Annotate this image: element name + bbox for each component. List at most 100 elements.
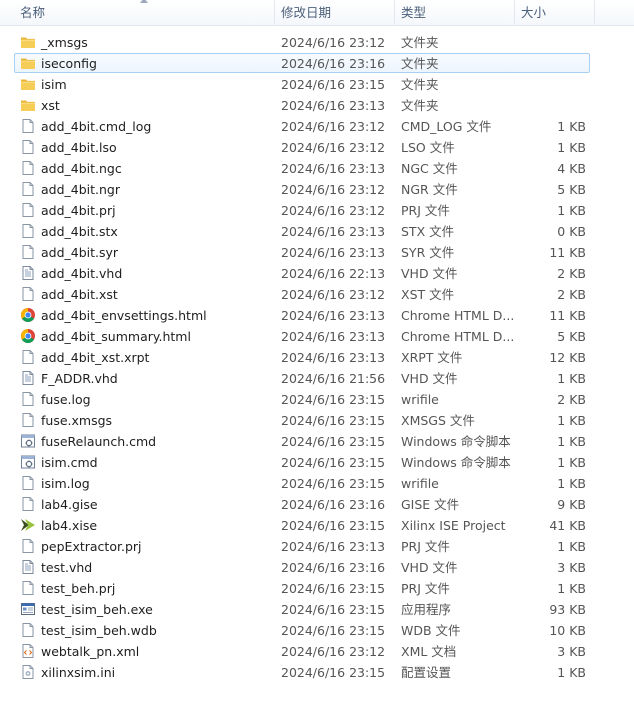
- file-icon: [20, 223, 36, 239]
- file-size: 41 KB: [549, 518, 586, 533]
- file-row[interactable]: add_4bit.stx 2024/6/16 23:13 STX 文件 0 KB: [0, 221, 634, 242]
- file-name: fuse.xmsgs: [41, 413, 113, 428]
- file-row[interactable]: add_4bit_envsettings.html 2024/6/16 23:13…: [0, 305, 634, 326]
- column-header-size[interactable]: 大小: [515, 0, 595, 25]
- file-type: wrifile: [401, 392, 439, 407]
- file-date: 2024/6/16 23:15: [281, 602, 386, 617]
- file-row[interactable]: isim.log 2024/6/16 23:15 wrifile 1 KB: [0, 473, 634, 494]
- text-file-icon: [20, 559, 36, 575]
- file-row[interactable]: isim 2024/6/16 23:15 文件夹: [0, 74, 634, 95]
- file-row[interactable]: xst 2024/6/16 23:13 文件夹: [0, 95, 634, 116]
- file-row[interactable]: test_isim_beh.wdb 2024/6/16 23:15 WDB 文件 10…: [0, 620, 634, 641]
- folder-icon: [20, 55, 36, 71]
- file-type: PRJ 文件: [401, 539, 450, 554]
- file-date: 2024/6/16 23:16: [281, 497, 386, 512]
- file-type: XRPT 文件: [401, 350, 463, 365]
- file-row[interactable]: pepExtractor.prj 2024/6/16 23:13 PRJ 文件 1 K…: [0, 536, 634, 557]
- file-size: 1 KB: [557, 140, 586, 155]
- file-size: 1 KB: [557, 119, 586, 134]
- file-size: 1 KB: [557, 581, 586, 596]
- column-header-name[interactable]: 名称: [14, 0, 275, 25]
- file-name: xilinxsim.ini: [41, 665, 116, 680]
- file-row[interactable]: lab4.xise 2024/6/16 23:15 Xilinx ISE Proje…: [0, 515, 634, 536]
- file-row[interactable]: xilinxsim.ini 2024/6/16 23:15 配置设置 1 KB: [0, 662, 634, 683]
- file-icon: [20, 181, 36, 197]
- file-date: 2024/6/16 23:13: [281, 161, 386, 176]
- file-row[interactable]: test.vhd 2024/6/16 23:16 VHD 文件 3 KB: [0, 557, 634, 578]
- file-name: add_4bit_xst.xrpt: [41, 350, 150, 365]
- file-date: 2024/6/16 23:13: [281, 98, 386, 113]
- file-size: 10 KB: [549, 623, 586, 638]
- file-name: add_4bit_summary.html: [41, 329, 191, 344]
- file-row[interactable]: test_isim_beh.exe 2024/6/16 23:15 应用程序 93 K…: [0, 599, 634, 620]
- column-header-date[interactable]: 修改日期: [275, 0, 395, 25]
- file-date: 2024/6/16 23:16: [281, 560, 386, 575]
- file-row[interactable]: F_ADDR.vhd 2024/6/16 21:56 VHD 文件 1 KB: [0, 368, 634, 389]
- file-date: 2024/6/16 23:15: [281, 413, 386, 428]
- file-row[interactable]: add_4bit.syr 2024/6/16 23:13 SYR 文件 11 KB: [0, 242, 634, 263]
- file-name: add_4bit.syr: [41, 245, 119, 260]
- file-date: 2024/6/16 23:15: [281, 455, 386, 470]
- file-row[interactable]: _xmsgs 2024/6/16 23:12 文件夹: [0, 32, 634, 53]
- file-date: 2024/6/16 23:15: [281, 392, 386, 407]
- file-row[interactable]: iseconfig 2024/6/16 23:16 文件夹: [0, 53, 634, 74]
- file-size: 1 KB: [557, 203, 586, 218]
- file-name: _xmsgs: [41, 35, 88, 50]
- file-row[interactable]: test_beh.prj 2024/6/16 23:15 PRJ 文件 1 KB: [0, 578, 634, 599]
- exe-icon: [20, 601, 36, 617]
- file-name: test_isim_beh.wdb: [41, 623, 157, 638]
- file-date: 2024/6/16 23:13: [281, 245, 386, 260]
- file-icon: [20, 118, 36, 134]
- file-name: add_4bit.cmd_log: [41, 119, 152, 134]
- file-row[interactable]: add_4bit.cmd_log 2024/6/16 23:12 CMD_LOG 文…: [0, 116, 634, 137]
- file-size: 2 KB: [557, 287, 586, 302]
- file-row[interactable]: add_4bit_summary.html 2024/6/16 23:13 Chro…: [0, 326, 634, 347]
- file-row[interactable]: fuseRelaunch.cmd 2024/6/16 23:15 Windows 命…: [0, 431, 634, 452]
- file-date: 2024/6/16 23:15: [281, 476, 386, 491]
- file-name: add_4bit.lso: [41, 140, 117, 155]
- file-date: 2024/6/16 23:12: [281, 182, 386, 197]
- file-row[interactable]: add_4bit.prj 2024/6/16 23:12 PRJ 文件 1 KB: [0, 200, 634, 221]
- file-date: 2024/6/16 23:15: [281, 77, 386, 92]
- file-type: 配置设置: [401, 665, 452, 680]
- file-size: 1 KB: [557, 476, 586, 491]
- file-icon: [20, 580, 36, 596]
- file-row[interactable]: fuse.log 2024/6/16 23:15 wrifile 2 KB: [0, 389, 634, 410]
- file-type: VHD 文件: [401, 371, 458, 386]
- file-row[interactable]: add_4bit.lso 2024/6/16 23:12 LSO 文件 1 KB: [0, 137, 634, 158]
- file-name: iseconfig: [41, 56, 97, 71]
- file-row[interactable]: add_4bit.ngr 2024/6/16 23:12 NGR 文件 5 KB: [0, 179, 634, 200]
- file-date: 2024/6/16 23:12: [281, 35, 386, 50]
- file-type: XML 文档: [401, 644, 457, 659]
- file-row[interactable]: webtalk_pn.xml 2024/6/16 23:12 XML 文档 3 KB: [0, 641, 634, 662]
- file-name: test_beh.prj: [41, 581, 116, 596]
- file-size: 1 KB: [557, 371, 586, 386]
- file-row[interactable]: add_4bit.xst 2024/6/16 23:12 XST 文件 2 KB: [0, 284, 634, 305]
- file-size: 0 KB: [557, 224, 586, 239]
- file-row[interactable]: lab4.gise 2024/6/16 23:16 GISE 文件 9 KB: [0, 494, 634, 515]
- file-type: NGC 文件: [401, 161, 458, 176]
- file-row[interactable]: add_4bit.ngc 2024/6/16 23:13 NGC 文件 4 KB: [0, 158, 634, 179]
- file-row[interactable]: fuse.xmsgs 2024/6/16 23:15 XMSGS 文件 1 KB: [0, 410, 634, 431]
- file-date: 2024/6/16 23:15: [281, 518, 386, 533]
- file-date: 2024/6/16 23:13: [281, 329, 386, 344]
- file-name: test.vhd: [41, 560, 93, 575]
- file-size: 3 KB: [557, 644, 586, 659]
- file-type: 文件夹: [401, 98, 439, 113]
- file-icon: [20, 496, 36, 512]
- file-list: _xmsgs 2024/6/16 23:12 文件夹 iseconfig 2024/6/…: [0, 32, 634, 683]
- file-date: 2024/6/16 23:12: [281, 203, 386, 218]
- file-date: 2024/6/16 23:13: [281, 308, 386, 323]
- file-row[interactable]: add_4bit_xst.xrpt 2024/6/16 23:13 XRPT 文件 1…: [0, 347, 634, 368]
- folder-icon: [20, 97, 36, 113]
- column-header: 名称 修改日期 类型 大小: [0, 0, 634, 26]
- column-header-type[interactable]: 类型: [395, 0, 515, 25]
- file-name: add_4bit.ngc: [41, 161, 122, 176]
- file-type: XST 文件: [401, 287, 455, 302]
- file-icon: [20, 202, 36, 218]
- file-row[interactable]: isim.cmd 2024/6/16 23:15 Windows 命令脚本 1 KB: [0, 452, 634, 473]
- file-type: Windows 命令脚本: [401, 434, 511, 449]
- file-row[interactable]: add_4bit.vhd 2024/6/16 22:13 VHD 文件 2 KB: [0, 263, 634, 284]
- text-file-icon: [20, 370, 36, 386]
- file-type: CMD_LOG 文件: [401, 119, 492, 134]
